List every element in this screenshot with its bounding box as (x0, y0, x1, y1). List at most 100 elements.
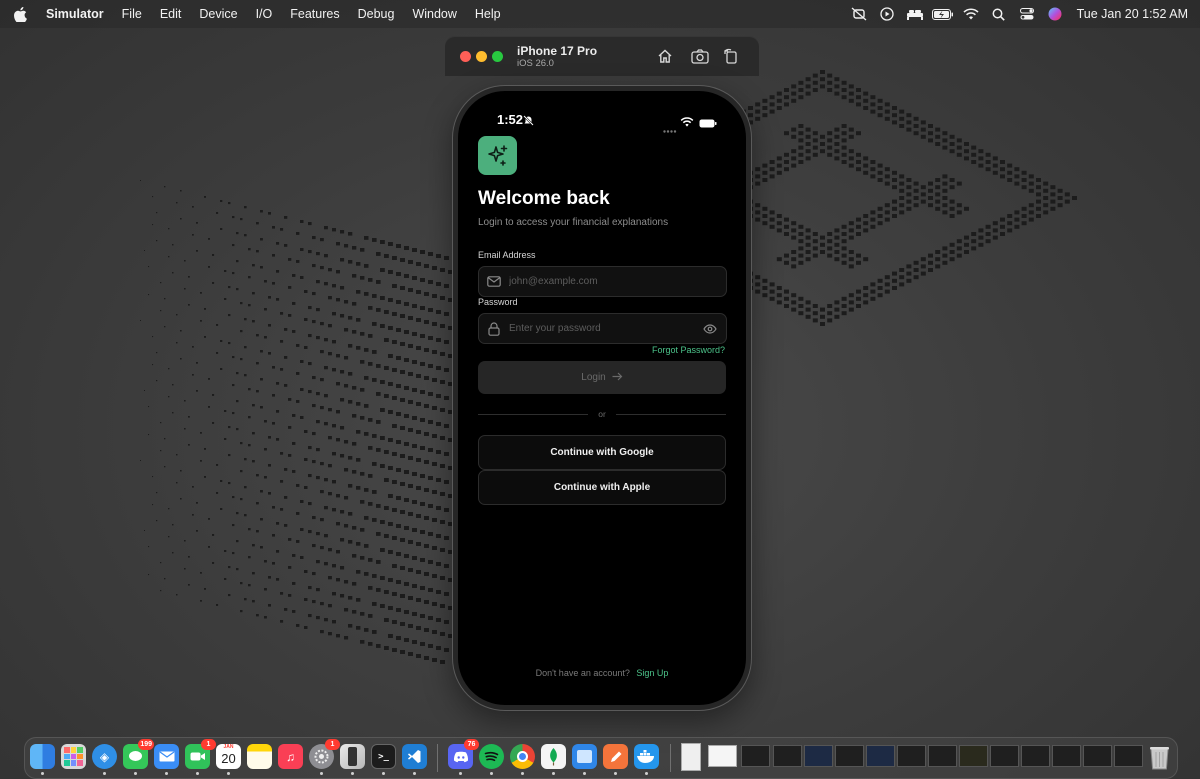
mongodb-compass-icon[interactable] (541, 744, 566, 769)
minimized-window-thumbnail[interactable] (1052, 745, 1081, 767)
minimized-window-thumbnail[interactable] (959, 745, 988, 767)
menu-io[interactable]: I/O (247, 0, 282, 28)
finder-icon[interactable] (30, 744, 55, 769)
screenshot-icon[interactable] (690, 46, 710, 66)
minimized-window-thumbnail[interactable] (897, 745, 926, 767)
bed-icon[interactable] (901, 8, 929, 20)
running-indicator (165, 772, 168, 775)
signup-row: Don't have an account? Sign Up (458, 668, 746, 678)
minimized-window-thumbnail[interactable] (1021, 745, 1050, 767)
login-button[interactable]: Login (478, 361, 726, 394)
chrome-icon[interactable] (510, 744, 535, 769)
window-minimize-button[interactable] (476, 51, 487, 62)
window-zoom-button[interactable] (492, 51, 503, 62)
docker-icon[interactable] (634, 744, 659, 769)
messages-icon[interactable]: 199 (123, 739, 154, 769)
notes-icon[interactable] (247, 744, 272, 769)
messages-badge: 199 (138, 739, 154, 750)
safari-icon[interactable]: ◈ (92, 744, 117, 769)
ios-status-bar: 1:52 (458, 91, 746, 133)
vscode-icon[interactable] (402, 744, 427, 769)
device-name: iPhone 17 Pro (517, 44, 598, 58)
wifi-icon[interactable] (957, 8, 985, 20)
discord-icon[interactable]: 76 (448, 739, 479, 769)
status-time: 1:52 (497, 112, 524, 127)
window-close-button[interactable] (460, 51, 471, 62)
minimized-window-thumbnail[interactable] (804, 745, 833, 767)
pencil-app-icon[interactable] (603, 744, 628, 769)
minimized-window-thumbnail[interactable] (1083, 745, 1112, 767)
running-indicator (552, 772, 555, 775)
running-indicator (413, 772, 416, 775)
discord-badge: 76 (464, 739, 479, 750)
password-input[interactable] (509, 323, 694, 334)
mail-icon (479, 276, 509, 287)
password-field[interactable] (478, 313, 727, 344)
facetime-icon[interactable]: 1 (185, 739, 216, 769)
minimized-window-thumbnail[interactable] (1114, 745, 1143, 767)
phone-battery-icon (699, 115, 717, 133)
menu-window[interactable]: Window (403, 0, 465, 28)
running-indicator (41, 772, 44, 775)
minimized-window-thumbnail[interactable] (773, 745, 802, 767)
music-icon[interactable]: ♫ (278, 744, 303, 769)
menu-debug[interactable]: Debug (349, 0, 404, 28)
home-icon[interactable] (655, 46, 675, 66)
minimized-window-thumbnail[interactable] (866, 745, 895, 767)
menu-features[interactable]: Features (281, 0, 348, 28)
or-divider: or (478, 409, 726, 419)
siri-icon[interactable] (1041, 7, 1069, 21)
running-indicator (382, 772, 385, 775)
rotate-icon[interactable] (721, 46, 741, 66)
menu-edit[interactable]: Edit (151, 0, 191, 28)
calendar-day: 20 (221, 751, 236, 766)
email-field[interactable] (478, 266, 727, 297)
menu-file[interactable]: File (113, 0, 151, 28)
apple-menu-icon[interactable] (0, 6, 37, 22)
facetime-badge: 1 (201, 739, 216, 750)
minimized-window-thumbnail[interactable] (928, 745, 957, 767)
sign-up-link[interactable]: Sign Up (636, 668, 668, 678)
battery-charging-icon[interactable] (929, 8, 957, 20)
system-settings-icon[interactable]: 1 (309, 739, 340, 769)
stage-manager-icon[interactable] (845, 7, 873, 21)
running-indicator (614, 772, 617, 775)
calendar-month: JAN (223, 744, 234, 750)
cellular-dots-icon (663, 120, 677, 138)
running-indicator (490, 772, 493, 775)
menu-device[interactable]: Device (190, 0, 246, 28)
show-password-icon[interactable] (694, 323, 726, 334)
files-app-icon[interactable] (572, 744, 597, 769)
trash-icon[interactable] (1147, 744, 1172, 770)
menu-help[interactable]: Help (466, 0, 510, 28)
running-indicator (134, 772, 137, 775)
silent-mode-icon (523, 113, 534, 131)
continue-with-apple-button[interactable]: Continue with Apple (478, 470, 726, 505)
terminal-icon[interactable]: >_ (371, 744, 396, 769)
email-label: Email Address (478, 250, 536, 260)
simulator-toolbar: iPhone 17 Pro iOS 26.0 (445, 36, 759, 76)
menu-bar: Simulator File Edit Device I/O Features … (0, 0, 1200, 28)
menu-app-name[interactable]: Simulator (37, 0, 113, 28)
minimized-window-thumbnail[interactable] (741, 745, 770, 767)
play-icon[interactable] (873, 7, 901, 21)
menu-clock[interactable]: Tue Jan 20 1:52 AM (1069, 7, 1188, 21)
running-indicator (351, 772, 354, 775)
email-input[interactable] (509, 276, 726, 287)
simulator-app-icon[interactable] (340, 744, 365, 769)
launchpad-icon[interactable] (61, 744, 86, 769)
minimized-window-thumbnail[interactable] (835, 745, 864, 767)
spotify-icon[interactable] (479, 744, 504, 769)
minimized-window-thumbnail[interactable] (708, 745, 737, 767)
minimized-window-thumbnail[interactable] (990, 745, 1019, 767)
iphone-screen: 1:52 Welcome back Login to access your f… (458, 91, 746, 705)
control-center-icon[interactable] (1013, 8, 1041, 20)
dock-separator (437, 744, 438, 772)
forgot-password-link[interactable]: Forgot Password? (652, 345, 725, 355)
calendar-icon[interactable]: JAN 20 (216, 744, 241, 769)
search-icon[interactable] (985, 8, 1013, 21)
password-label: Password (478, 297, 518, 307)
continue-with-google-button[interactable]: Continue with Google (478, 435, 726, 470)
minimized-window-thumbnail[interactable] (681, 743, 701, 771)
mail-app-icon[interactable] (154, 744, 179, 769)
